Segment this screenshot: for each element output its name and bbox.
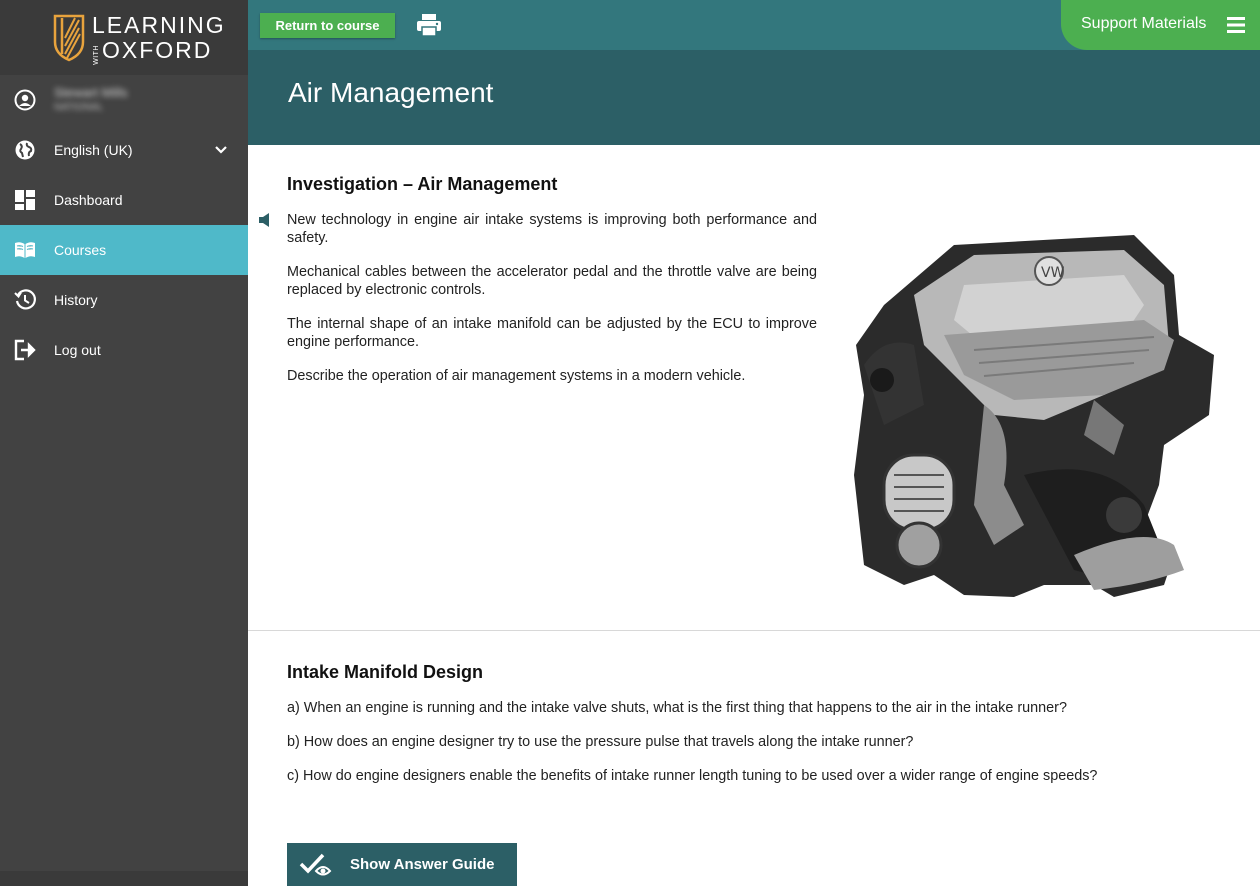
language-selector[interactable]: English (UK) (0, 125, 248, 175)
show-answer-guide-label: Show Answer Guide (350, 856, 495, 873)
brand-learning: LEARNING (92, 12, 226, 38)
return-to-course-button[interactable]: Return to course (260, 13, 395, 38)
sidebar-item-dashboard[interactable]: Dashboard (0, 175, 248, 225)
question-b: b) How does an engine designer try to us… (287, 734, 914, 750)
user-name: Stewart Mills (54, 85, 128, 100)
check-eye-icon (299, 853, 332, 876)
intake-manifold-title: Intake Manifold Design (287, 662, 484, 682)
language-label: English (UK) (54, 142, 133, 158)
show-answer-guide-button[interactable]: Show Answer Guide (287, 843, 517, 886)
top-bar: Return to course Support Materials (248, 0, 1260, 50)
support-materials-button[interactable]: Support Materials (1061, 0, 1260, 50)
investigation-paragraph: New technology in engine air intake syst… (287, 212, 817, 246)
brand-logo[interactable]: LEARNING WITH OXFORD (0, 0, 248, 75)
brand-with: WITH (93, 45, 100, 65)
dashboard-icon (15, 190, 35, 210)
sidebar-item-history[interactable]: History (0, 275, 248, 325)
shield-logo-icon (53, 14, 85, 62)
user-subtitle: NATIONAL (54, 102, 104, 113)
question-a: a) When an engine is running and the int… (287, 700, 1067, 716)
book-icon (15, 242, 35, 258)
sidebar-item-label: History (54, 292, 98, 308)
speaker-icon[interactable] (258, 212, 272, 228)
main-content: Investigation – Air Management New techn… (248, 145, 1260, 886)
investigation-paragraph: Describe the operation of air management… (287, 368, 746, 384)
page-title: Air Management (288, 77, 494, 108)
history-icon (14, 289, 36, 310)
globe-icon (15, 140, 35, 160)
svg-text:VW: VW (1041, 265, 1065, 281)
brand-oxford: OXFORD (102, 37, 213, 63)
user-profile[interactable]: Stewart Mills NATIONAL (0, 75, 248, 125)
support-materials-label: Support Materials (1081, 15, 1207, 32)
investigation-paragraph: The internal shape of an intake manifold… (287, 316, 817, 350)
engine-image: VW (854, 235, 1214, 597)
sidebar-footer (0, 871, 248, 886)
investigation-title: Investigation – Air Management (287, 174, 558, 194)
logout-icon (14, 339, 36, 361)
sidebar-item-label: Courses (54, 242, 107, 258)
investigation-paragraph: Mechanical cables between the accelerato… (287, 264, 817, 298)
chevron-down-icon (215, 146, 227, 154)
sidebar-item-label: Log out (54, 342, 101, 358)
question-c: c) How do engine designers enable the be… (287, 768, 1098, 784)
app-root: LEARNING WITH OXFORD Stewart Mills NATIO… (0, 0, 1260, 886)
sidebar-item-courses[interactable]: Courses (0, 225, 248, 275)
user-avatar-icon (14, 89, 36, 111)
sidebar-item-logout[interactable]: Log out (0, 325, 248, 375)
sidebar-item-label: Dashboard (54, 192, 123, 208)
print-icon[interactable] (416, 13, 442, 37)
hamburger-icon (1227, 17, 1245, 33)
title-band: Air Management (248, 50, 1260, 145)
sidebar: LEARNING WITH OXFORD Stewart Mills NATIO… (0, 0, 248, 886)
section-divider (248, 630, 1260, 631)
